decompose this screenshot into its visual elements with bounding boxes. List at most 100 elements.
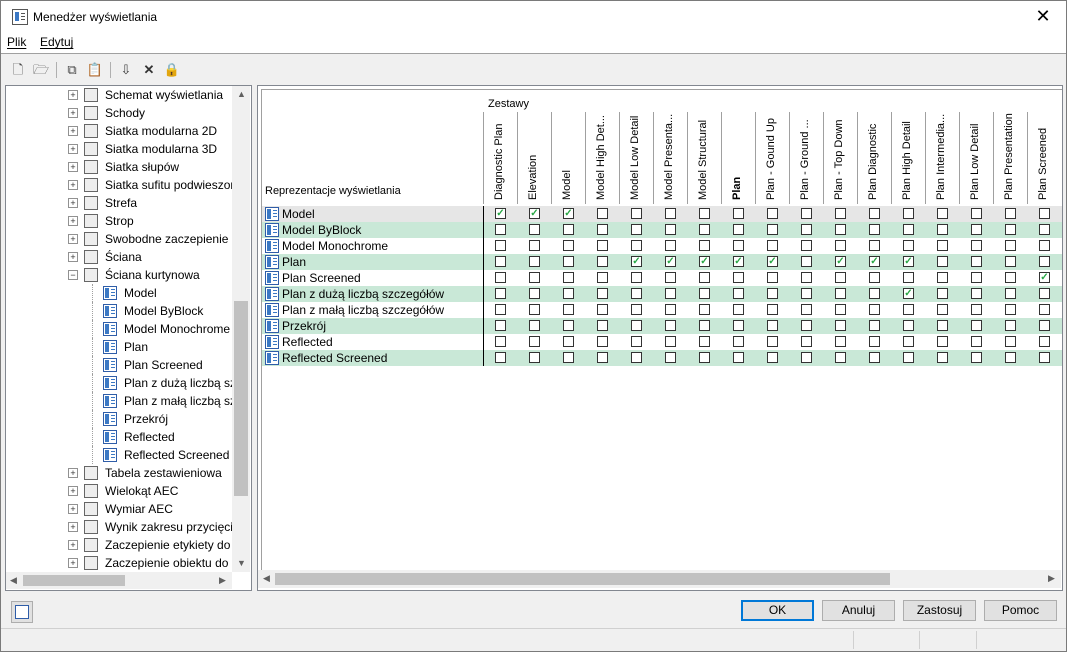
checkbox-checked[interactable]: ✓	[767, 256, 778, 267]
checkbox[interactable]	[1005, 240, 1016, 251]
checkbox-checked[interactable]: ✓	[529, 208, 540, 219]
column-header[interactable]: Model Low Detail	[619, 112, 654, 204]
expand-icon[interactable]: +	[68, 540, 78, 550]
checkbox[interactable]	[563, 304, 574, 315]
expand-icon[interactable]: +	[68, 216, 78, 226]
checkbox[interactable]	[665, 336, 676, 347]
checkbox[interactable]	[495, 288, 506, 299]
checkbox-checked[interactable]: ✓	[903, 256, 914, 267]
checkbox[interactable]	[801, 256, 812, 267]
checkbox[interactable]	[903, 224, 914, 235]
checkbox[interactable]	[767, 288, 778, 299]
checkbox[interactable]	[563, 256, 574, 267]
column-header[interactable]: Plan - Gound Up	[755, 112, 790, 204]
checkbox[interactable]	[801, 320, 812, 331]
paste-icon[interactable]: 📋	[86, 61, 104, 79]
checkbox[interactable]	[733, 288, 744, 299]
checkbox[interactable]	[1039, 304, 1050, 315]
checkbox[interactable]	[903, 208, 914, 219]
checkbox[interactable]	[767, 224, 778, 235]
scroll-right-icon[interactable]: ▶	[219, 575, 226, 586]
checkbox[interactable]	[835, 272, 846, 283]
tree-vertical-thumb[interactable]	[234, 301, 248, 496]
column-header[interactable]: Plan - Ground ...	[789, 112, 824, 204]
expand-icon[interactable]: +	[68, 198, 78, 208]
grid-row[interactable]: Plan z małą liczbą szczegółów	[262, 302, 1062, 318]
checkbox[interactable]	[971, 336, 982, 347]
checkbox[interactable]	[971, 352, 982, 363]
checkbox[interactable]	[631, 224, 642, 235]
checkbox[interactable]	[665, 272, 676, 283]
checkbox[interactable]	[835, 352, 846, 363]
checkbox[interactable]	[563, 288, 574, 299]
checkbox[interactable]	[835, 224, 846, 235]
checkbox[interactable]	[767, 240, 778, 251]
checkbox[interactable]	[835, 336, 846, 347]
checkbox[interactable]	[495, 336, 506, 347]
checkbox[interactable]	[529, 352, 540, 363]
checkbox[interactable]	[529, 240, 540, 251]
column-header[interactable]: Model Structural	[687, 112, 722, 204]
checkbox[interactable]	[767, 272, 778, 283]
checkbox[interactable]	[767, 336, 778, 347]
checkbox[interactable]	[835, 320, 846, 331]
checkbox-checked[interactable]: ✓	[631, 256, 642, 267]
checkbox[interactable]	[801, 224, 812, 235]
checkbox[interactable]	[529, 224, 540, 235]
checkbox[interactable]	[903, 304, 914, 315]
column-header[interactable]: Model	[551, 112, 586, 204]
checkbox[interactable]	[971, 288, 982, 299]
checkbox[interactable]	[1005, 304, 1016, 315]
checkbox[interactable]	[1005, 336, 1016, 347]
expand-icon[interactable]: +	[68, 108, 78, 118]
checkbox[interactable]	[733, 224, 744, 235]
checkbox-checked[interactable]: ✓	[869, 256, 880, 267]
checkbox[interactable]	[869, 224, 880, 235]
checkbox[interactable]	[1039, 336, 1050, 347]
checkbox[interactable]	[631, 352, 642, 363]
checkbox[interactable]	[801, 240, 812, 251]
checkbox[interactable]	[631, 208, 642, 219]
checkbox[interactable]	[937, 256, 948, 267]
checkbox[interactable]	[699, 288, 710, 299]
scroll-left-icon[interactable]: ◀	[263, 573, 270, 584]
checkbox[interactable]	[733, 320, 744, 331]
grid-row[interactable]: Reflected	[262, 334, 1062, 350]
checkbox[interactable]	[733, 352, 744, 363]
checkbox[interactable]	[699, 240, 710, 251]
checkbox[interactable]	[1039, 352, 1050, 363]
checkbox[interactable]	[597, 304, 608, 315]
checkbox[interactable]	[529, 336, 540, 347]
menu-plik[interactable]: Plik	[7, 35, 26, 49]
checkbox[interactable]	[665, 352, 676, 363]
checkbox[interactable]	[563, 352, 574, 363]
cancel-button[interactable]: Anuluj	[822, 600, 895, 621]
checkbox[interactable]	[869, 272, 880, 283]
checkbox-checked[interactable]: ✓	[699, 256, 710, 267]
scroll-down-icon[interactable]: ▼	[237, 558, 246, 568]
checkbox[interactable]	[1005, 208, 1016, 219]
checkbox[interactable]	[937, 304, 948, 315]
copy-icon[interactable]: ⧉	[63, 61, 81, 79]
checkbox[interactable]	[733, 336, 744, 347]
checkbox[interactable]	[801, 304, 812, 315]
checkbox[interactable]	[495, 272, 506, 283]
menu-edytuj[interactable]: Edytuj	[40, 35, 73, 49]
checkbox[interactable]	[801, 208, 812, 219]
grid-row[interactable]: Przekrój	[262, 318, 1062, 334]
checkbox[interactable]	[699, 336, 710, 347]
checkbox[interactable]	[869, 288, 880, 299]
checkbox[interactable]	[835, 288, 846, 299]
checkbox[interactable]	[699, 224, 710, 235]
checkbox[interactable]	[767, 208, 778, 219]
column-header[interactable]: Plan Screened	[1027, 112, 1062, 204]
grid-row[interactable]: Model Monochrome	[262, 238, 1062, 254]
checkbox[interactable]	[495, 304, 506, 315]
checkbox[interactable]	[597, 256, 608, 267]
checkbox[interactable]	[733, 208, 744, 219]
checkbox[interactable]	[835, 240, 846, 251]
column-header[interactable]: Elevation	[517, 112, 552, 204]
checkbox[interactable]	[495, 240, 506, 251]
checkbox[interactable]	[971, 272, 982, 283]
checkbox-checked[interactable]: ✓	[495, 208, 506, 219]
